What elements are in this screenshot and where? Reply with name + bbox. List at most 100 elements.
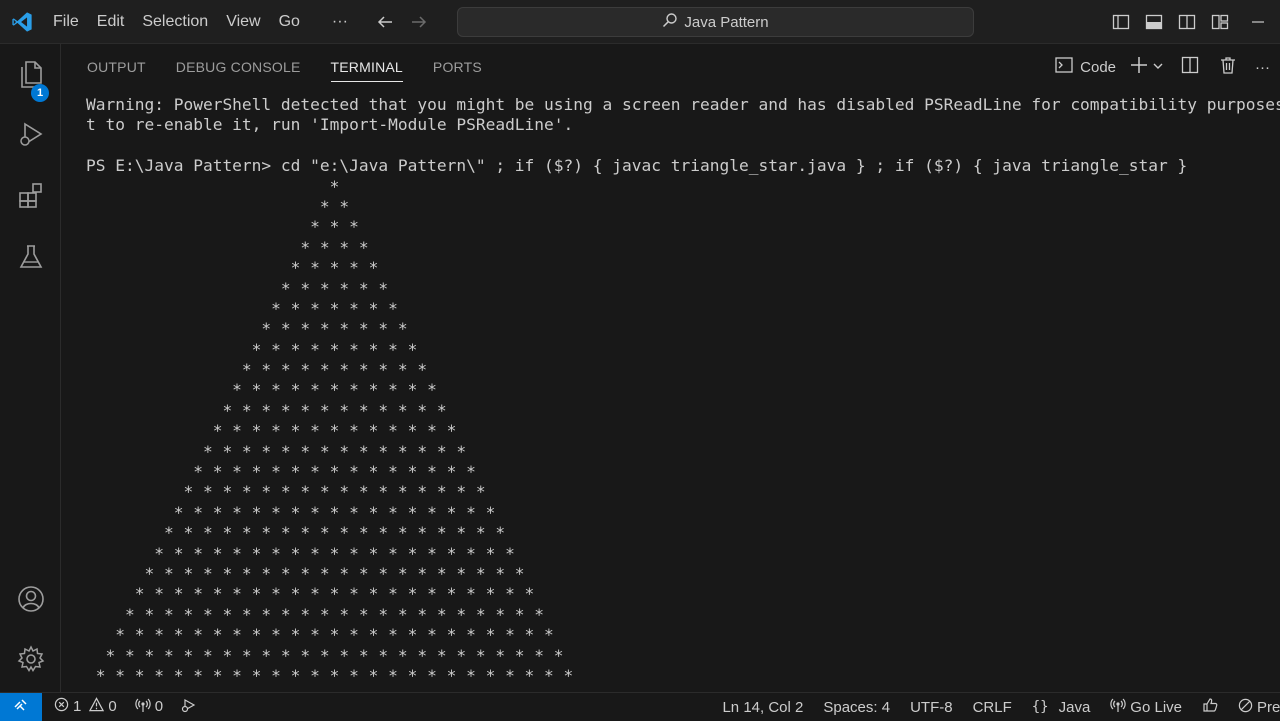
encoding[interactable]: UTF-8 xyxy=(900,693,963,721)
chevron-down-icon xyxy=(1152,59,1164,76)
indentation[interactable]: Spaces: 4 xyxy=(813,693,900,721)
forward-arrow-icon[interactable] xyxy=(409,12,429,32)
kill-terminal-button[interactable] xyxy=(1209,44,1247,90)
terminal-dropdown-button[interactable] xyxy=(1150,44,1171,90)
end-of-line[interactable]: CRLF xyxy=(963,693,1022,721)
menu-edit[interactable]: Edit xyxy=(88,7,134,37)
search-text: Java Pattern xyxy=(684,13,769,31)
remote-icon xyxy=(13,697,29,717)
go-live-button[interactable]: Go Live xyxy=(1100,693,1192,721)
testing-button[interactable] xyxy=(0,235,61,283)
menu-bar: File Edit Selection View Go ··· xyxy=(44,0,357,44)
menu-more[interactable]: ··· xyxy=(323,7,357,37)
error-icon xyxy=(54,697,69,716)
terminal-line: * * * * * * * * xyxy=(86,319,408,339)
go-live-label: Go Live xyxy=(1130,698,1182,716)
terminal-line: * * * * * * * * * * * * * * * * * * * * … xyxy=(86,665,574,685)
terminal-line: * * * * * * * * * * * * * * * * * * * * … xyxy=(86,645,564,665)
explorer-badge: 1 xyxy=(31,84,49,102)
terminal-profile-button[interactable]: Code xyxy=(1048,44,1123,90)
terminal-line: * * * * * xyxy=(86,258,379,278)
terminal-line: * * * * * * * * * * * * * * * * * * * xyxy=(86,543,515,563)
prettier-label: Prett xyxy=(1257,698,1280,716)
terminal-line: * * * * * * * * * * * * * * * * * xyxy=(86,502,496,522)
warning-icon xyxy=(89,697,105,716)
back-arrow-icon[interactable] xyxy=(375,12,395,32)
terminal-line: * * * * xyxy=(86,237,369,257)
broadcast-icon xyxy=(134,697,151,717)
terminal-output[interactable]: Warning: PowerShell detected that you mi… xyxy=(86,95,1280,692)
new-terminal-button[interactable] xyxy=(1123,44,1150,90)
language-label: Java xyxy=(1058,698,1091,716)
account-icon xyxy=(16,584,46,619)
problems-indicator[interactable]: 1 0 xyxy=(42,693,126,721)
terminal-line: * * * * * * * * * * * * * * * * xyxy=(86,482,486,502)
toggle-panel-icon[interactable] xyxy=(1137,0,1170,44)
tab-ports[interactable]: PORTS xyxy=(433,44,482,90)
terminal-line: * * * * * * * * * * * * * * * * * * xyxy=(86,523,506,543)
terminal-line: * * xyxy=(86,196,350,216)
vscode-logo-icon xyxy=(0,0,44,44)
terminal-line: * * * * * * * * * * * * * * xyxy=(86,441,467,461)
broadcast-icon xyxy=(1110,697,1126,717)
toggle-secondary-sidebar-icon[interactable] xyxy=(1170,0,1203,44)
cursor-position[interactable]: Ln 14, Col 2 xyxy=(712,693,813,721)
trash-icon xyxy=(1219,56,1237,78)
terminal-line: * * * * * * * * * * * * * * * * * * * * … xyxy=(86,625,554,645)
ports-indicator[interactable]: 0 xyxy=(126,693,172,721)
menu-selection[interactable]: Selection xyxy=(133,7,217,37)
tab-debug-console[interactable]: DEBUG CONSOLE xyxy=(176,44,301,90)
extensions-icon xyxy=(16,180,46,215)
title-bar: File Edit Selection View Go ··· Java Pat… xyxy=(0,0,1280,44)
prettier-button[interactable]: Prett xyxy=(1228,693,1280,721)
prohibited-icon xyxy=(1238,698,1253,717)
split-icon xyxy=(1181,56,1199,78)
tab-terminal[interactable]: TERMINAL xyxy=(330,44,404,90)
toggle-primary-sidebar-icon[interactable] xyxy=(1104,0,1137,44)
ports-count: 0 xyxy=(154,698,164,715)
search-icon xyxy=(662,12,678,32)
activity-bar: 1 xyxy=(0,44,61,692)
terminal-line: PS E:\Java Pattern> cd "e:\Java Pattern\… xyxy=(86,156,1188,176)
language-mode[interactable]: {} Java xyxy=(1022,693,1101,721)
customize-layout-icon[interactable] xyxy=(1203,0,1236,44)
menu-view[interactable]: View xyxy=(217,7,269,37)
menu-go[interactable]: Go xyxy=(270,7,309,37)
terminal-line: * * * * * * * * * * * * * * * * * * * * xyxy=(86,563,525,583)
flask-icon xyxy=(16,242,46,277)
debug-launch-button[interactable] xyxy=(172,693,206,721)
run-debug-icon xyxy=(16,119,46,154)
terminal-icon xyxy=(1055,56,1073,78)
minimize-window-icon[interactable] xyxy=(1236,0,1280,44)
explorer-button[interactable]: 1 xyxy=(0,52,61,102)
terminal-line: * * * * * * * * * * * xyxy=(86,380,437,400)
warning-count: 0 xyxy=(108,698,117,715)
ellipsis-icon: ··· xyxy=(1255,58,1270,76)
feedback-button[interactable] xyxy=(1192,693,1228,721)
remote-indicator-button[interactable] xyxy=(0,692,42,721)
more-actions-button[interactable]: ··· xyxy=(1247,44,1280,90)
accounts-button[interactable] xyxy=(0,577,61,625)
terminal-line: * * * * * * * * * * * * * * * * * * * * … xyxy=(86,584,535,604)
terminal-line: * * * xyxy=(86,217,359,237)
terminal-line: * * * * * * xyxy=(86,278,389,298)
debug-icon xyxy=(181,697,197,717)
command-center-search[interactable]: Java Pattern xyxy=(457,7,974,37)
menu-file[interactable]: File xyxy=(44,7,88,37)
terminal-profile-label: Code xyxy=(1080,58,1116,76)
extensions-button[interactable] xyxy=(0,173,61,221)
status-bar: 1 0 0 Ln 14, Col 2 Spaces: 4 UTF-8 CRLF … xyxy=(0,692,1280,721)
terminal-line: * * * * * * * * * * * * xyxy=(86,400,447,420)
run-debug-button[interactable] xyxy=(0,112,61,160)
manage-button[interactable] xyxy=(0,637,61,685)
thumbs-up-icon xyxy=(1202,697,1218,717)
terminal-line: * * * * * * * xyxy=(86,298,398,318)
terminal-line: * * * * * * * * * * * * * * * * * * * * … xyxy=(86,604,545,624)
split-terminal-button[interactable] xyxy=(1171,44,1209,90)
terminal-line: Warning: PowerShell detected that you mi… xyxy=(86,95,1280,114)
terminal-line: * xyxy=(86,176,340,196)
terminal-line: * * * * * * * * * * * * * xyxy=(86,421,457,441)
tab-output[interactable]: OUTPUT xyxy=(87,44,146,90)
panel-header: OUTPUT DEBUG CONSOLE TERMINAL PORTS Code xyxy=(62,44,1280,90)
plus-icon xyxy=(1130,56,1148,78)
